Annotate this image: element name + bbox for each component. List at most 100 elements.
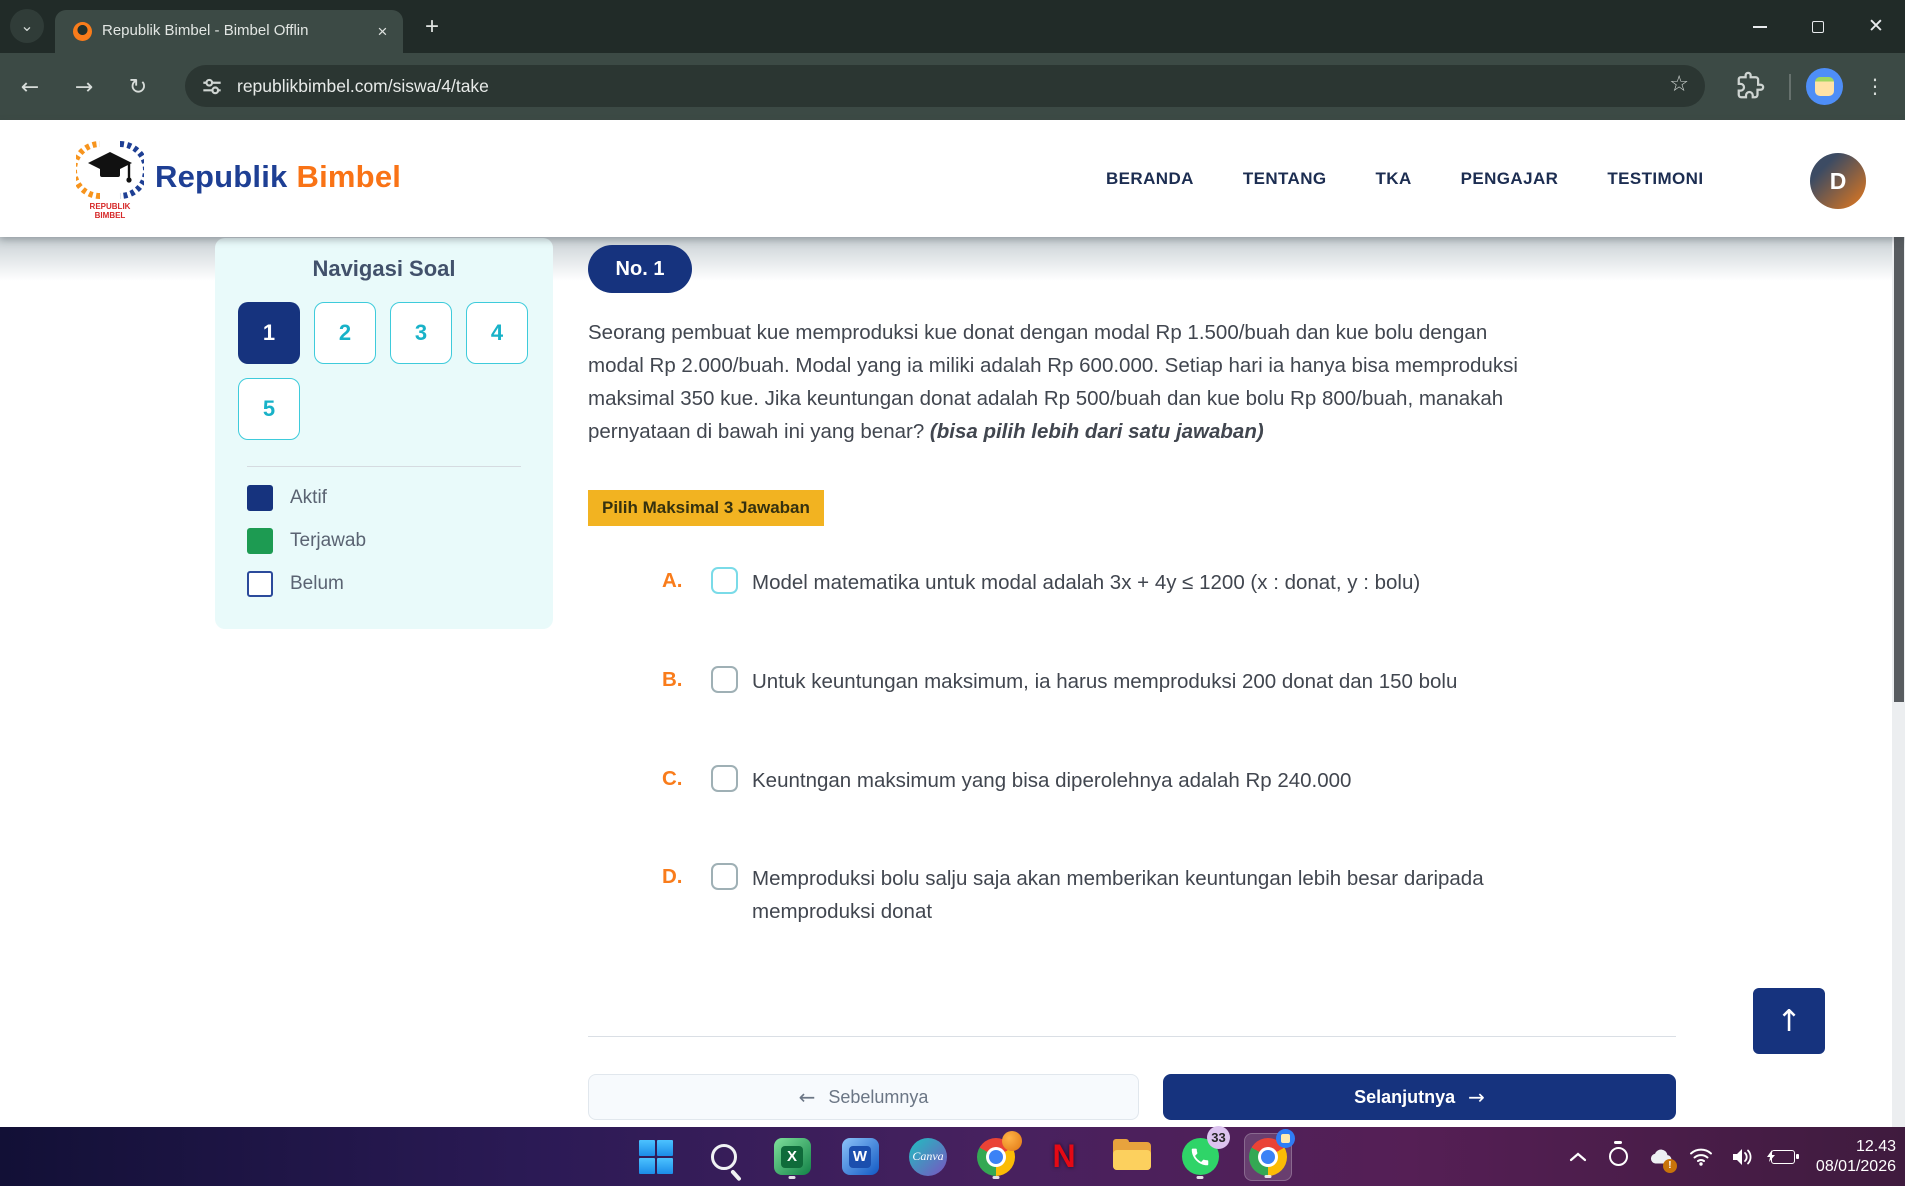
maximize-icon bbox=[1812, 21, 1824, 33]
svg-text:BIMBEL: BIMBEL bbox=[95, 211, 126, 220]
canva-icon: Canva bbox=[909, 1138, 947, 1176]
option-row-c: C. Keuntngan maksimum yang bisa diperole… bbox=[662, 764, 1652, 797]
nav-item-tentang[interactable]: TENTANG bbox=[1243, 169, 1327, 189]
footer-divider bbox=[588, 1036, 1676, 1037]
onedrive-icon[interactable]: ! bbox=[1648, 1145, 1672, 1169]
system-tray: ! 12.43 08/01/2026 bbox=[1566, 1127, 1896, 1186]
volume-icon[interactable] bbox=[1730, 1145, 1754, 1169]
bookmark-star-icon[interactable]: ☆ bbox=[1669, 72, 1689, 97]
taskbar-apps: X W Canva N bbox=[632, 1127, 1292, 1186]
aktif-swatch bbox=[247, 485, 273, 511]
legend-label: Aktif bbox=[290, 487, 327, 509]
option-d-checkbox[interactable] bbox=[711, 863, 738, 890]
option-b-checkbox[interactable] bbox=[711, 666, 738, 693]
chevron-down-icon: ⌄ bbox=[20, 16, 33, 36]
next-button[interactable]: Selanjutnya → bbox=[1163, 1074, 1676, 1120]
extensions-icon[interactable] bbox=[1735, 71, 1765, 101]
clock-time: 12.43 bbox=[1816, 1137, 1896, 1157]
word-app-button[interactable]: W bbox=[836, 1133, 884, 1181]
whatsapp-button[interactable]: 33 bbox=[1176, 1133, 1224, 1181]
tab-close-icon[interactable]: × bbox=[372, 21, 393, 42]
question-text: Seorang pembuat kue memproduksi kue dona… bbox=[588, 316, 1693, 448]
minimize-icon bbox=[1753, 26, 1767, 28]
minimize-button[interactable] bbox=[1731, 0, 1789, 53]
legend-item-terjawab: Terjawab bbox=[247, 528, 366, 554]
browser-menu-icon[interactable]: ⋮ bbox=[1860, 71, 1890, 101]
page-scrollbar[interactable] bbox=[1892, 120, 1905, 1127]
taskbar-search-button[interactable] bbox=[700, 1133, 748, 1181]
legend-label: Belum bbox=[290, 573, 344, 595]
option-row-b: B. Untuk keuntungan maksimum, ia harus m… bbox=[662, 665, 1652, 698]
option-text: Keuntngan maksimum yang bisa diperolehny… bbox=[752, 764, 1652, 797]
previous-button[interactable]: ← Sebelumnya bbox=[588, 1074, 1139, 1120]
site-favicon-icon bbox=[73, 22, 92, 41]
option-text: Model matematika untuk modal adalah 3x +… bbox=[752, 566, 1652, 599]
canva-app-button[interactable]: Canva bbox=[904, 1133, 952, 1181]
browser-profile-avatar[interactable] bbox=[1806, 68, 1843, 105]
tab-search-button[interactable]: ⌄ bbox=[10, 9, 44, 43]
option-text: Memproduksi bolu salju saja akan memberi… bbox=[752, 862, 1652, 928]
url-text[interactable]: republikbimbel.com/siswa/4/take bbox=[237, 65, 489, 107]
question-button-3[interactable]: 3 bbox=[390, 302, 452, 364]
next-label: Selanjutnya bbox=[1354, 1087, 1455, 1108]
start-button[interactable] bbox=[632, 1133, 680, 1181]
address-bar[interactable]: republikbimbel.com/siswa/4/take ☆ bbox=[185, 65, 1705, 107]
profile-picture bbox=[1815, 77, 1834, 96]
back-button[interactable]: ← bbox=[14, 71, 46, 103]
nav-item-beranda[interactable]: BERANDA bbox=[1106, 169, 1194, 189]
question-button-1[interactable]: 1 bbox=[238, 302, 300, 364]
file-explorer-button[interactable] bbox=[1108, 1133, 1156, 1181]
wifi-icon[interactable] bbox=[1689, 1145, 1713, 1169]
nav-item-testimoni[interactable]: TESTIMONI bbox=[1607, 169, 1703, 189]
legend-item-belum: Belum bbox=[247, 571, 366, 597]
chrome-app-button[interactable] bbox=[972, 1133, 1020, 1181]
question-number-badge: No. 1 bbox=[588, 245, 692, 293]
netflix-icon: N bbox=[1052, 1138, 1075, 1175]
question-button-4[interactable]: 4 bbox=[466, 302, 528, 364]
browser-tab[interactable]: Republik Bimbel - Bimbel Offlin × bbox=[55, 10, 403, 53]
windows-start-icon bbox=[639, 1140, 673, 1174]
question-button-5[interactable]: 5 bbox=[238, 378, 300, 440]
onedrive-warning-badge: ! bbox=[1663, 1159, 1677, 1173]
nav-item-tka[interactable]: TKA bbox=[1376, 169, 1412, 189]
option-row-a: A. Model matematika untuk modal adalah 3… bbox=[662, 566, 1652, 599]
arrow-left-icon: ← bbox=[799, 1085, 816, 1109]
screen: ⌄ Republik Bimbel - Bimbel Offlin × + ✕ … bbox=[0, 0, 1905, 1186]
browser-tab-strip: ⌄ Republik Bimbel - Bimbel Offlin × + ✕ bbox=[0, 0, 1905, 53]
site-settings-icon[interactable] bbox=[199, 73, 225, 99]
panel-title: Navigasi Soal bbox=[215, 256, 553, 282]
close-window-button[interactable]: ✕ bbox=[1847, 0, 1905, 53]
chrome-active-button[interactable] bbox=[1244, 1133, 1292, 1181]
option-letter: A. bbox=[662, 569, 692, 593]
battery-icon[interactable] bbox=[1771, 1145, 1795, 1169]
tray-chevron-up-icon[interactable] bbox=[1566, 1145, 1590, 1169]
nav-item-pengajar[interactable]: PENGAJAR bbox=[1461, 169, 1559, 189]
status-legend: Aktif Terjawab Belum bbox=[247, 485, 366, 614]
clock[interactable]: 12.43 08/01/2026 bbox=[1816, 1137, 1896, 1177]
logo-caption: REPUBLIK bbox=[90, 202, 131, 211]
excel-icon: X bbox=[774, 1138, 811, 1175]
question-navigation-panel: Navigasi Soal 1 2 3 4 5 Aktif Terjawab B… bbox=[215, 238, 553, 629]
brand-wordmark[interactable]: RepublikBimbel bbox=[155, 159, 401, 195]
close-icon: ✕ bbox=[1868, 17, 1884, 36]
netflix-app-button[interactable]: N bbox=[1040, 1133, 1088, 1181]
maximize-button[interactable] bbox=[1789, 0, 1847, 53]
tray-ring-icon[interactable] bbox=[1607, 1145, 1631, 1169]
reload-button[interactable]: ↻ bbox=[122, 71, 154, 103]
forward-button[interactable]: → bbox=[68, 71, 100, 103]
new-tab-button[interactable]: + bbox=[417, 12, 447, 42]
scroll-to-top-button[interactable]: ↑ bbox=[1753, 988, 1825, 1054]
brand-logo-icon[interactable]: REPUBLIK BIMBEL bbox=[76, 134, 144, 225]
toolbar-divider bbox=[1789, 74, 1791, 100]
main-nav: BERANDA TENTANG TKA PENGAJAR TESTIMONI bbox=[1106, 120, 1703, 237]
option-letter: B. bbox=[662, 668, 692, 692]
belum-swatch bbox=[247, 571, 273, 597]
option-a-checkbox[interactable] bbox=[711, 567, 738, 594]
site-header: REPUBLIK BIMBEL RepublikBimbel BERANDA T… bbox=[0, 120, 1905, 237]
question-button-2[interactable]: 2 bbox=[314, 302, 376, 364]
user-avatar[interactable]: D bbox=[1810, 153, 1866, 209]
notification-badge-icon bbox=[1276, 1129, 1295, 1148]
option-c-checkbox[interactable] bbox=[711, 765, 738, 792]
excel-app-button[interactable]: X bbox=[768, 1133, 816, 1181]
arrow-right-icon: → bbox=[1468, 1085, 1485, 1109]
